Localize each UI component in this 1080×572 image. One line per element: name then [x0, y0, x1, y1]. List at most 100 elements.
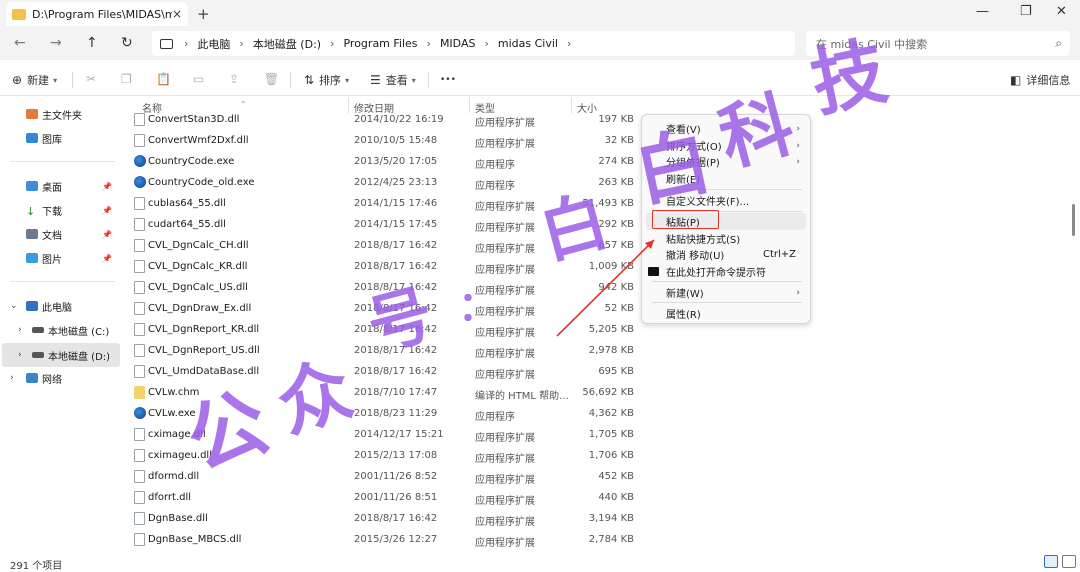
sidebar-item-home[interactable]: 主文件夹: [0, 103, 118, 125]
sort-button[interactable]: ⇅ 排序 ▾: [304, 72, 349, 88]
chevron-down-icon[interactable]: ⌄: [10, 301, 18, 311]
menu-item-shortcut: Ctrl+Z: [762, 249, 796, 260]
rename-icon[interactable]: ▭: [193, 72, 204, 86]
dll-file-icon: [134, 449, 145, 462]
details-pane-icon: ◧: [1010, 73, 1022, 87]
file-row[interactable]: cudart64_55.dll 2014/1/15 17:45 应用程序扩展 292 …: [128, 214, 640, 235]
file-row[interactable]: CountryCode.exe 2013/5/20 17:05 应用程序 274 KB: [128, 151, 640, 172]
cut-icon[interactable]: ✂: [86, 72, 96, 86]
menu-item-view[interactable]: 查看(V) ›: [646, 120, 806, 137]
file-row[interactable]: CVL_DgnDraw_Ex.dll 2018/8/17 16:42 应用程序扩展 5…: [128, 298, 640, 319]
breadcrumb-drive-d[interactable]: 本地磁盘 (D:): [253, 36, 321, 52]
sidebar-item-documents[interactable]: 文档 📌: [0, 223, 118, 245]
file-row[interactable]: CVL_DgnCalc_CH.dll 2018/8/17 16:42 应用程序扩展 6…: [128, 235, 640, 256]
dll-file-icon: [134, 218, 145, 231]
delete-icon[interactable]: 🗑: [264, 72, 279, 86]
address-bar[interactable]: › 此电脑 › 本地磁盘 (D:) › Program Files › MIDA…: [152, 31, 795, 56]
file-row[interactable]: cximage.dll 2014/12/17 15:21 应用程序扩展 1,705 K…: [128, 424, 640, 445]
file-date: 2018/8/17 16:42: [354, 303, 438, 314]
pin-icon[interactable]: 📌: [102, 254, 112, 263]
menu-item-label: 粘贴快捷方式(S): [666, 235, 741, 246]
sidebar-item-network[interactable]: › 网络: [0, 367, 118, 389]
sidebar-item-desktop[interactable]: 桌面 📌: [0, 175, 118, 197]
file-row[interactable]: CVL_DgnCalc_US.dll 2018/8/17 16:42 应用程序扩展 9…: [128, 277, 640, 298]
dll-file-icon: [134, 365, 145, 378]
menu-item-undo[interactable]: 撤消 移动(U) Ctrl+Z: [646, 246, 806, 263]
forward-button[interactable]: →: [50, 35, 62, 51]
copy-icon[interactable]: ❐: [121, 72, 132, 86]
menu-item-customize[interactable]: 自定义文件夹(F)...: [646, 192, 806, 209]
breadcrumb-program-files[interactable]: Program Files: [343, 37, 417, 50]
file-row[interactable]: cximageu.dll 2015/2/13 17:08 应用程序扩展 1,706 K…: [128, 445, 640, 466]
menu-item-label: 查看(V): [666, 125, 701, 136]
more-options-icon[interactable]: •••: [440, 75, 456, 85]
tiles-view-icon[interactable]: [1062, 555, 1076, 568]
details-pane-button[interactable]: ◧ 详细信息: [1010, 72, 1070, 88]
menu-item-new[interactable]: 新建(W) ›: [646, 284, 806, 301]
close-tab-icon[interactable]: ×: [172, 7, 182, 21]
pin-icon[interactable]: 📌: [102, 206, 112, 215]
new-tab-button[interactable]: +: [197, 5, 210, 23]
view-button[interactable]: ☰ 查看 ▾: [370, 72, 416, 88]
menu-item-group[interactable]: 分组依据(P) ›: [646, 153, 806, 170]
file-row[interactable]: CVLw.chm 2018/7/10 17:47 编译的 HTML 帮助... 56,…: [128, 382, 640, 403]
menu-item-properties[interactable]: 属性(R): [646, 305, 806, 322]
details-view-icon[interactable]: [1044, 555, 1058, 568]
menu-item-label: 属性(R): [666, 310, 701, 321]
close-window-button[interactable]: ✕: [1056, 4, 1067, 19]
sidebar-item-downloads[interactable]: ↓ 下载 📌: [0, 199, 118, 221]
file-name: CountryCode.exe: [148, 156, 235, 167]
menu-item-refresh[interactable]: 刷新(E): [646, 170, 806, 187]
sidebar-item-this-pc[interactable]: ⌄ 此电脑: [0, 295, 118, 317]
menu-item-paste-shortcut[interactable]: 粘贴快捷方式(S): [646, 230, 806, 247]
pin-icon[interactable]: 📌: [102, 230, 112, 239]
details-label: 详细信息: [1026, 74, 1071, 87]
file-row[interactable]: CVL_DgnReport_KR.dll 2018/8/17 16:42 应用程序扩…: [128, 319, 640, 340]
back-button[interactable]: ←: [14, 35, 26, 51]
chevron-right-icon[interactable]: ›: [18, 350, 22, 360]
sidebar-item-drive-c[interactable]: › 本地磁盘 (C:): [0, 319, 118, 341]
file-size: 292 KB: [598, 219, 634, 230]
breadcrumb-midas[interactable]: MIDAS: [440, 37, 476, 50]
file-row[interactable]: DgnBase_MBCS.dll 2015/3/26 12:27 应用程序扩展 2,7…: [128, 529, 640, 550]
sidebar-item-drive-d[interactable]: › 本地磁盘 (D:): [2, 343, 120, 367]
scrollbar-thumb[interactable]: [1072, 204, 1075, 236]
menu-item-command-prompt[interactable]: 在此处打开命令提示符: [646, 263, 806, 280]
chevron-right-icon[interactable]: ›: [18, 325, 22, 335]
file-row[interactable]: DgnBase.dll 2018/8/17 16:42 应用程序扩展 3,194 KB: [128, 508, 640, 529]
menu-item-sort[interactable]: 排序方式(O) ›: [646, 137, 806, 154]
folder-icon: [12, 8, 26, 20]
pin-icon[interactable]: 📌: [102, 182, 112, 191]
share-icon[interactable]: ⇪: [229, 72, 239, 86]
file-row[interactable]: CVL_DgnCalc_KR.dll 2018/8/17 16:42 应用程序扩展 1…: [128, 256, 640, 277]
refresh-button[interactable]: ↻: [121, 35, 133, 51]
sidebar-item-gallery[interactable]: 图库: [0, 127, 118, 149]
tab-active[interactable]: D:\Program Files\MIDAS\mida ×: [6, 2, 188, 26]
up-button[interactable]: ↑: [86, 35, 98, 51]
file-row[interactable]: cublas64_55.dll 2014/1/15 17:46 应用程序扩展 51,4…: [128, 193, 640, 214]
menu-item-label: 新建(W): [666, 289, 704, 300]
maximize-button[interactable]: ❐: [1020, 4, 1032, 19]
file-row[interactable]: dforrt.dll 2001/11/26 8:51 应用程序扩展 440 KB: [128, 487, 640, 508]
file-row[interactable]: ConvertStan3D.dll 2014/10/22 16:19 应用程序扩展 1…: [128, 109, 640, 130]
minimize-button[interactable]: —: [976, 4, 989, 19]
file-row[interactable]: dformd.dll 2001/11/26 8:52 应用程序扩展 452 KB: [128, 466, 640, 487]
file-row[interactable]: CVLw.exe 2018/8/23 11:29 应用程序 4,362 KB: [128, 403, 640, 424]
breadcrumb-this-pc[interactable]: 此电脑: [197, 36, 230, 52]
sidebar-item-pictures[interactable]: 图片 📌: [0, 247, 118, 269]
address-row: ← → ↑ ↻ › 此电脑 › 本地磁盘 (D:) › Program File…: [0, 28, 1080, 60]
file-type: 应用程序扩展: [475, 244, 535, 255]
paste-icon[interactable]: 📋: [156, 72, 171, 86]
chevron-right-icon[interactable]: ›: [10, 373, 14, 383]
status-bar: 291 个项目: [0, 551, 1080, 572]
help-file-icon: [134, 386, 145, 399]
search-input[interactable]: 在 midas Civil 中搜索 ⌕: [806, 31, 1070, 56]
file-type: 应用程序: [475, 160, 515, 171]
breadcrumb-midas-civil[interactable]: midas Civil: [498, 37, 558, 50]
file-row[interactable]: CVL_UmdDataBase.dll 2018/8/17 16:42 应用程序扩展…: [128, 361, 640, 382]
new-button[interactable]: ⊕ 新建 ▾: [12, 72, 57, 88]
file-row[interactable]: CVL_DgnReport_US.dll 2018/8/17 16:42 应用程序扩…: [128, 340, 640, 361]
file-row[interactable]: ConvertWmf2Dxf.dll 2010/10/5 15:48 应用程序扩展 3…: [128, 130, 640, 151]
file-row[interactable]: CountryCode_old.exe 2012/4/25 23:13 应用程序 26…: [128, 172, 640, 193]
file-list: ⌃ 名称 修改日期 类型 大小 ConvertStan3D.dll 2014/10…: [128, 97, 640, 551]
